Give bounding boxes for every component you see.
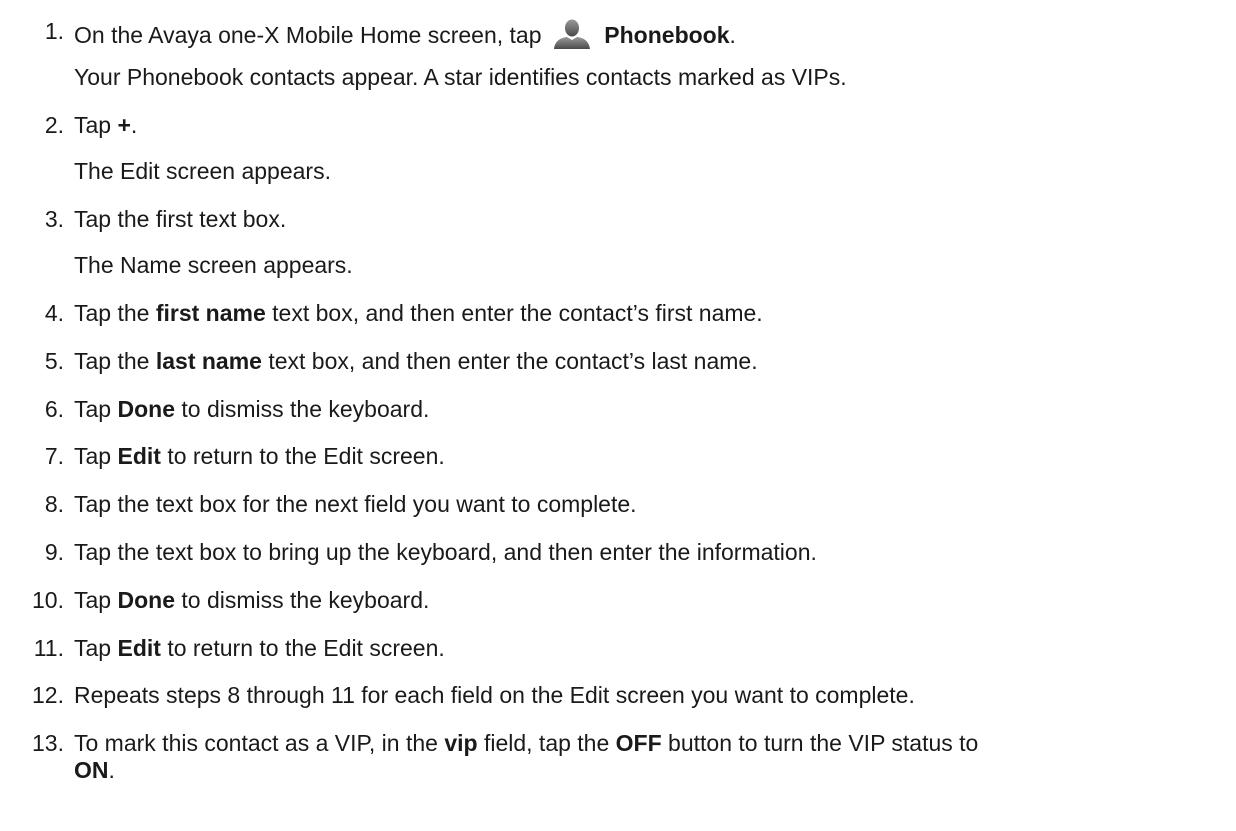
step-text: Tap the (74, 348, 156, 374)
bold-term: Edit (117, 443, 161, 469)
step-number: 12. (32, 682, 64, 708)
step-number: 6. (44, 396, 64, 422)
bold-term: Done (117, 587, 175, 613)
bold-term: Done (117, 396, 175, 422)
step-instruction: Tap the text box for the next field you … (74, 491, 637, 518)
step-instruction: Tap Edit to return to the Edit screen. (74, 443, 445, 470)
step-number: 7. (44, 443, 64, 469)
step-instruction: On the Avaya one-X Mobile Home screen, t… (74, 18, 736, 50)
bold-term: first name (155, 300, 266, 326)
step-text: To mark this contact as a VIP, in the (74, 730, 445, 756)
step-text: Tap (74, 587, 118, 613)
step-text: On the Avaya one-X Mobile Home screen, t… (74, 22, 548, 48)
step-instruction: Tap the first text box. (74, 206, 286, 233)
bold-term: ON (74, 757, 109, 783)
step-text: Tap the text box for the next field you … (74, 491, 637, 517)
step-text: Repeats steps 8 through 11 for each fiel… (74, 682, 915, 708)
step-text: Tap (74, 443, 118, 469)
step-instruction: Tap Edit to return to the Edit screen. (74, 635, 445, 662)
bold-term: OFF (615, 730, 662, 756)
step-result-note: The Edit screen appears. (74, 158, 331, 184)
bold-term: + (117, 112, 131, 138)
step-instruction: Tap Done to dismiss the keyboard. (74, 587, 429, 614)
step-text: . (108, 757, 115, 783)
bold-term: vip (444, 730, 478, 756)
instruction-document: 1. On the Avaya one-X Mobile Home screen,… (0, 0, 1236, 831)
step-text: to return to the Edit screen. (160, 635, 445, 661)
step-result-note: The Name screen appears. (74, 252, 353, 278)
step-text: to dismiss the keyboard. (174, 587, 430, 613)
step-instruction: Tap +. (74, 112, 137, 139)
step-number: 2. (44, 112, 64, 138)
step-text: . (130, 112, 138, 138)
step-result-note: Your Phonebook contacts appear. A star i… (74, 64, 847, 90)
bold-term: last name (155, 348, 262, 374)
step-number: 3. (44, 206, 64, 232)
step-number: 1. (44, 18, 64, 44)
step-text: text box, and then enter the contact’s l… (261, 348, 758, 374)
step-number: 5. (44, 348, 64, 374)
step-text: Tap (74, 635, 118, 661)
step-instruction: Tap the last name text box, and then ent… (74, 348, 758, 375)
step-text: Tap the (74, 300, 156, 326)
step-number: 8. (44, 491, 64, 517)
step-number: 11. (33, 635, 64, 661)
step-text: to return to the Edit screen. (160, 443, 445, 469)
step-text: to dismiss the keyboard. (174, 396, 430, 422)
step-number: 13. (32, 730, 64, 756)
step-text: Tap the text box to bring up the keyboar… (74, 539, 817, 565)
step-instruction: Tap the first name text box, and then en… (74, 300, 763, 327)
step-text: . (729, 22, 736, 48)
step-text: Tap (74, 112, 118, 138)
step-instruction: Tap the text box to bring up the keyboar… (74, 539, 817, 566)
step-instruction: To mark this contact as a VIP, in the vi… (74, 730, 978, 757)
step-instruction: Repeats steps 8 through 11 for each fiel… (74, 682, 915, 709)
step-number: 10. (32, 587, 64, 613)
bold-term: Edit (117, 635, 161, 661)
step-number: 4. (44, 300, 64, 326)
person-icon (553, 19, 590, 49)
step-instruction: Tap Done to dismiss the keyboard. (74, 396, 429, 423)
step-text: button to turn the VIP status to (661, 730, 979, 756)
step-instruction-continued: ON. (74, 757, 115, 784)
step-text: Tap the first text box. (74, 206, 287, 232)
bold-term: Phonebook (604, 22, 730, 48)
step-text: text box, and then enter the contact’s f… (265, 300, 763, 326)
step-text: Tap (74, 396, 118, 422)
step-number: 9. (44, 539, 64, 565)
step-text: field, tap the (477, 730, 616, 756)
